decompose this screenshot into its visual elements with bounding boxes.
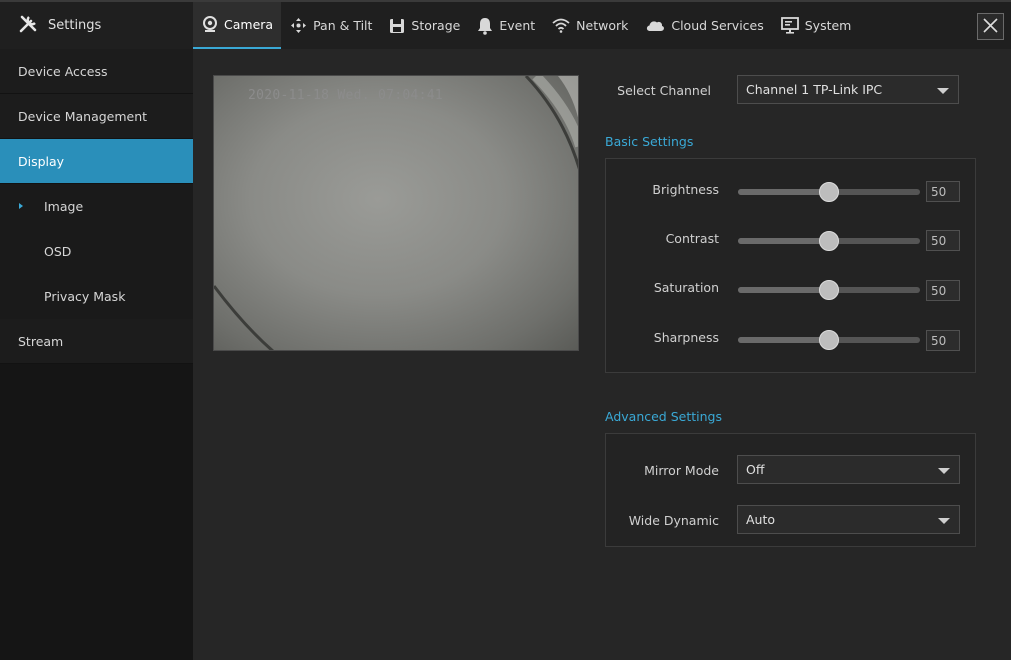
sharpness-label: Sharpness <box>653 330 719 345</box>
advanced-settings-title: Advanced Settings <box>605 409 722 424</box>
slider-thumb[interactable] <box>819 182 839 202</box>
basic-settings-title: Basic Settings <box>605 134 694 149</box>
preview-timestamp: 2020-11-18 Wed. 07:04:41 <box>248 88 444 103</box>
tab-label: Camera <box>224 17 274 32</box>
contrast-label: Contrast <box>665 231 719 246</box>
close-icon <box>983 17 998 36</box>
slider-fill <box>738 287 829 293</box>
brightness-label: Brightness <box>652 182 719 197</box>
sidebar-item-label: Image <box>44 199 84 214</box>
wide-dynamic-select[interactable]: Auto <box>737 505 960 534</box>
sidebar-item-stream[interactable]: Stream <box>0 319 193 364</box>
tab-pan-tilt[interactable]: Pan & Tilt <box>281 2 380 49</box>
main-tabs: Camera Pan & Tilt Storage Event Network … <box>193 2 859 49</box>
sidebar-item-display[interactable]: Display <box>0 139 193 184</box>
sidebar-item-label: Device Management <box>18 108 148 124</box>
sidebar-subitem-image[interactable]: Image <box>0 184 193 229</box>
camera-preview: 2020-11-18 Wed. 07:04:41 <box>213 75 579 351</box>
settings-header: Settings <box>0 2 193 49</box>
tab-label: System <box>804 18 852 33</box>
wifi-icon <box>552 18 570 33</box>
chevron-down-icon <box>938 518 950 524</box>
tab-system[interactable]: System <box>772 2 860 49</box>
sidebar-item-device-access[interactable]: Device Access <box>0 49 193 94</box>
slider-fill <box>738 337 829 343</box>
sidebar-item-label: Privacy Mask <box>44 289 126 304</box>
active-indicator-icon <box>19 203 23 209</box>
mirror-mode-value: Off <box>746 462 765 477</box>
tab-label: Pan & Tilt <box>313 18 373 33</box>
saturation-value[interactable]: 50 <box>926 280 960 301</box>
cloud-icon <box>645 19 665 32</box>
sharpness-value[interactable]: 50 <box>926 330 960 351</box>
camera-icon <box>202 16 218 33</box>
saturation-label: Saturation <box>653 280 719 295</box>
wide-dynamic-value: Auto <box>746 512 776 527</box>
contrast-slider[interactable] <box>738 231 920 251</box>
tab-label: Storage <box>411 18 461 33</box>
chevron-down-icon <box>937 88 949 94</box>
sidebar-item-label: Display <box>18 153 65 169</box>
sidebar: Device Access Device Management Display … <box>0 49 193 660</box>
settings-title: Settings <box>48 18 102 33</box>
slider-thumb[interactable] <box>819 330 839 350</box>
sharpness-slider[interactable] <box>738 330 920 350</box>
brightness-slider[interactable] <box>738 182 920 202</box>
top-bar: Settings Camera Pan & Tilt Storage Event… <box>0 0 1011 49</box>
pan-tilt-icon <box>290 17 307 34</box>
sidebar-item-label: OSD <box>44 244 72 259</box>
tab-label: Cloud Services <box>671 18 764 33</box>
slider-fill <box>738 189 829 195</box>
tab-network[interactable]: Network <box>543 2 636 49</box>
slider-fill <box>738 238 829 244</box>
chevron-down-icon <box>938 468 950 474</box>
tab-camera[interactable]: Camera <box>193 2 282 49</box>
monitor-icon <box>780 17 799 34</box>
tab-label: Network <box>576 18 629 33</box>
bell-icon <box>477 17 493 35</box>
channel-select[interactable]: Channel 1 TP-Link IPC <box>737 75 959 104</box>
tools-icon <box>18 14 48 38</box>
wide-dynamic-label: Wide Dynamic <box>628 513 719 528</box>
sidebar-item-label: Stream <box>18 333 64 349</box>
slider-thumb[interactable] <box>819 231 839 251</box>
close-button[interactable] <box>977 13 1004 40</box>
mirror-mode-select[interactable]: Off <box>737 455 960 484</box>
tab-storage[interactable]: Storage <box>380 2 468 49</box>
sidebar-subitem-privacy-mask[interactable]: Privacy Mask <box>0 274 193 319</box>
select-channel-label: Select Channel <box>617 83 711 98</box>
storage-icon <box>389 18 405 34</box>
tab-event[interactable]: Event <box>468 2 543 49</box>
tab-cloud-services[interactable]: Cloud Services <box>636 2 771 49</box>
slider-thumb[interactable] <box>819 280 839 300</box>
main-content: 2020-11-18 Wed. 07:04:41 Select Channel … <box>193 49 1011 660</box>
saturation-slider[interactable] <box>738 280 920 300</box>
tab-label: Event <box>499 18 536 33</box>
mirror-mode-label: Mirror Mode <box>644 463 719 478</box>
sidebar-item-label: Device Access <box>18 63 108 79</box>
contrast-value[interactable]: 50 <box>926 230 960 251</box>
channel-select-value: Channel 1 TP-Link IPC <box>746 82 883 97</box>
sidebar-subitem-osd[interactable]: OSD <box>0 229 193 274</box>
sidebar-item-device-management[interactable]: Device Management <box>0 94 193 139</box>
camera-frame-image <box>214 76 578 350</box>
brightness-value[interactable]: 50 <box>926 181 960 202</box>
